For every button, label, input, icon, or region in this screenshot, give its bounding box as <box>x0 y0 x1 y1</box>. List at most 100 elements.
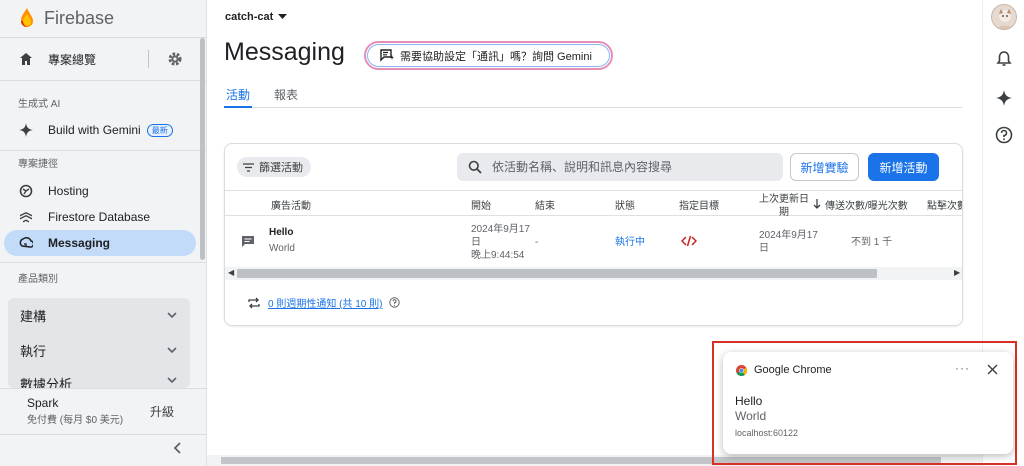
status-badge: 執行中 <box>615 237 645 248</box>
caret-down-icon <box>278 14 288 19</box>
collapse-sidebar-icon[interactable] <box>171 441 185 455</box>
column-header[interactable]: 傳送次數/曝光次數 <box>825 197 908 212</box>
sidebar-item-gemini[interactable]: Build with Gemini 最新 <box>4 117 196 143</box>
column-header[interactable]: 廣告活動 <box>271 197 311 212</box>
campaign-body: World <box>269 243 295 254</box>
gemini-spark-icon <box>18 122 34 138</box>
recurring-notifications-link[interactable]: 0 則週期性通知 (共 10 則) <box>268 295 382 310</box>
bell-icon[interactable] <box>995 50 1013 68</box>
sidebar-divider <box>0 434 207 435</box>
gemini-chat-icon <box>380 49 394 62</box>
sidebar-item-label: Hosting <box>48 184 89 198</box>
new-experiment-button[interactable]: 新增實驗 <box>790 153 859 181</box>
last-updated: 日 <box>759 243 769 254</box>
sidebar-scrollbar[interactable] <box>200 38 205 260</box>
chevron-down-icon <box>167 312 177 319</box>
project-name: catch-cat <box>225 11 274 23</box>
scroll-right-icon[interactable]: ▶ <box>954 268 960 277</box>
campaigns-card: 篩選活動 新增實驗 新增活動 廣告活動 開始 結束 狀態 指定目標 上次更新日期… <box>224 143 963 326</box>
messaging-icon <box>18 235 34 251</box>
sidebar-divider <box>0 262 207 263</box>
new-campaign-button[interactable]: 新增活動 <box>868 153 939 181</box>
start-date: 日 <box>471 237 481 248</box>
search-input[interactable] <box>492 160 772 174</box>
sidebar-item-label: Firestore Database <box>48 210 151 224</box>
sidebar-item-label: 專案總覽 <box>48 52 97 67</box>
page-title: Messaging <box>224 38 345 66</box>
sidebar-item-messaging[interactable]: Messaging <box>4 230 196 256</box>
campaign-search[interactable] <box>457 153 783 181</box>
help-icon[interactable] <box>995 126 1013 144</box>
filter-campaigns-button[interactable]: 篩選活動 <box>237 157 311 177</box>
sidebar-item-firestore[interactable]: Firestore Database <box>4 204 196 230</box>
filter-icon <box>243 162 254 172</box>
table-scrollbar[interactable]: ◀ ▶ <box>225 267 962 280</box>
category-label: 建構 <box>20 308 47 324</box>
filter-label: 篩選活動 <box>259 162 303 174</box>
home-icon <box>18 51 34 67</box>
section-label-ai: 生成式 AI <box>18 99 61 110</box>
tab-reports[interactable]: 報表 <box>274 86 298 108</box>
repeat-icon <box>248 297 260 308</box>
tab-campaigns[interactable]: 活動 <box>224 86 253 108</box>
gear-icon[interactable] <box>166 50 184 68</box>
notification-body: World <box>735 409 767 423</box>
plan-description: 免付費 (每月 $0 美元) <box>27 415 124 426</box>
table-header: 廣告活動 開始 結束 狀態 指定目標 上次更新日期 傳送次數/曝光次數 點擊次數 <box>225 190 962 218</box>
category-label: 執行 <box>20 343 47 359</box>
sidebar-item-hosting[interactable]: Hosting <box>4 178 196 204</box>
new-badge: 最新 <box>146 123 173 137</box>
category-label: 數據分析 <box>20 377 73 388</box>
column-header[interactable]: 開始 <box>471 197 491 212</box>
firebase-brand[interactable]: Firebase <box>18 6 114 30</box>
campaign-title: Hello <box>269 227 294 238</box>
ask-gemini-button[interactable]: 需要協助設定「通訊」嗎？詢問 Gemini <box>364 41 613 70</box>
notification-app-name: Google Chrome <box>754 364 832 376</box>
sort-arrow-down-icon[interactable] <box>813 199 821 209</box>
message-icon <box>242 236 254 247</box>
notification-title: Hello <box>735 394 763 408</box>
sidebar: Firebase 專案總覽 生成式 AI Build with Gemini 最… <box>0 0 207 466</box>
chrome-logo-icon <box>736 365 747 376</box>
sidebar-divider <box>0 150 207 151</box>
gemini-prompt-text: 需要協助設定「通訊」嗎？詢問 Gemini <box>400 50 592 63</box>
sends-count: 不到 1 千 <box>851 237 893 248</box>
avatar-image <box>996 9 1014 29</box>
column-header[interactable]: 狀態 <box>615 197 635 212</box>
upgrade-button[interactable]: 升級 <box>150 403 174 420</box>
category-build[interactable]: 建構 <box>8 300 190 330</box>
category-run[interactable]: 執行 <box>8 335 190 365</box>
section-label-shortcuts: 專案捷徑 <box>18 159 58 170</box>
overview-divider <box>148 50 149 68</box>
chrome-notification[interactable]: Google Chrome ··· Hello World localhost:… <box>723 352 1013 454</box>
last-updated: 2024年9月17 <box>759 230 818 241</box>
end-date: - <box>535 237 539 248</box>
help-icon[interactable] <box>389 297 401 308</box>
scrollbar-thumb[interactable] <box>237 269 877 278</box>
plan-name: Spark <box>27 396 59 410</box>
chevron-down-icon <box>167 347 177 354</box>
code-icon <box>681 235 697 247</box>
sidebar-divider <box>0 37 207 38</box>
notification-origin: localhost:60122 <box>735 428 799 438</box>
category-analytics[interactable]: 數據分析 <box>8 370 190 388</box>
start-time: 晚上9:44:54 <box>471 250 525 261</box>
start-date: 2024年9月17 <box>471 224 530 235</box>
sidebar-item-label: Messaging <box>48 236 111 250</box>
user-avatar[interactable] <box>991 4 1017 30</box>
table-row[interactable]: Hello World 2024年9月17 日 晚上9:44:54 - 執行中 … <box>225 216 962 267</box>
firebase-logo-icon <box>21 8 33 27</box>
scroll-left-icon[interactable]: ◀ <box>228 268 234 277</box>
plan-panel: Spark 免付費 (每月 $0 美元) 升級 <box>0 388 207 434</box>
column-header[interactable]: 結束 <box>535 197 555 212</box>
firestore-icon <box>18 209 34 225</box>
project-selector[interactable]: catch-cat <box>225 11 288 23</box>
sidebar-divider <box>0 80 207 81</box>
column-header[interactable]: 指定目標 <box>679 197 719 212</box>
section-label-categories: 產品類別 <box>18 274 58 285</box>
close-icon[interactable] <box>987 364 998 375</box>
column-header[interactable]: 點擊次數 <box>927 197 962 212</box>
brand-name: Firebase <box>44 7 115 28</box>
gemini-spark-icon[interactable] <box>995 89 1013 107</box>
more-options-icon[interactable]: ··· <box>955 361 970 375</box>
